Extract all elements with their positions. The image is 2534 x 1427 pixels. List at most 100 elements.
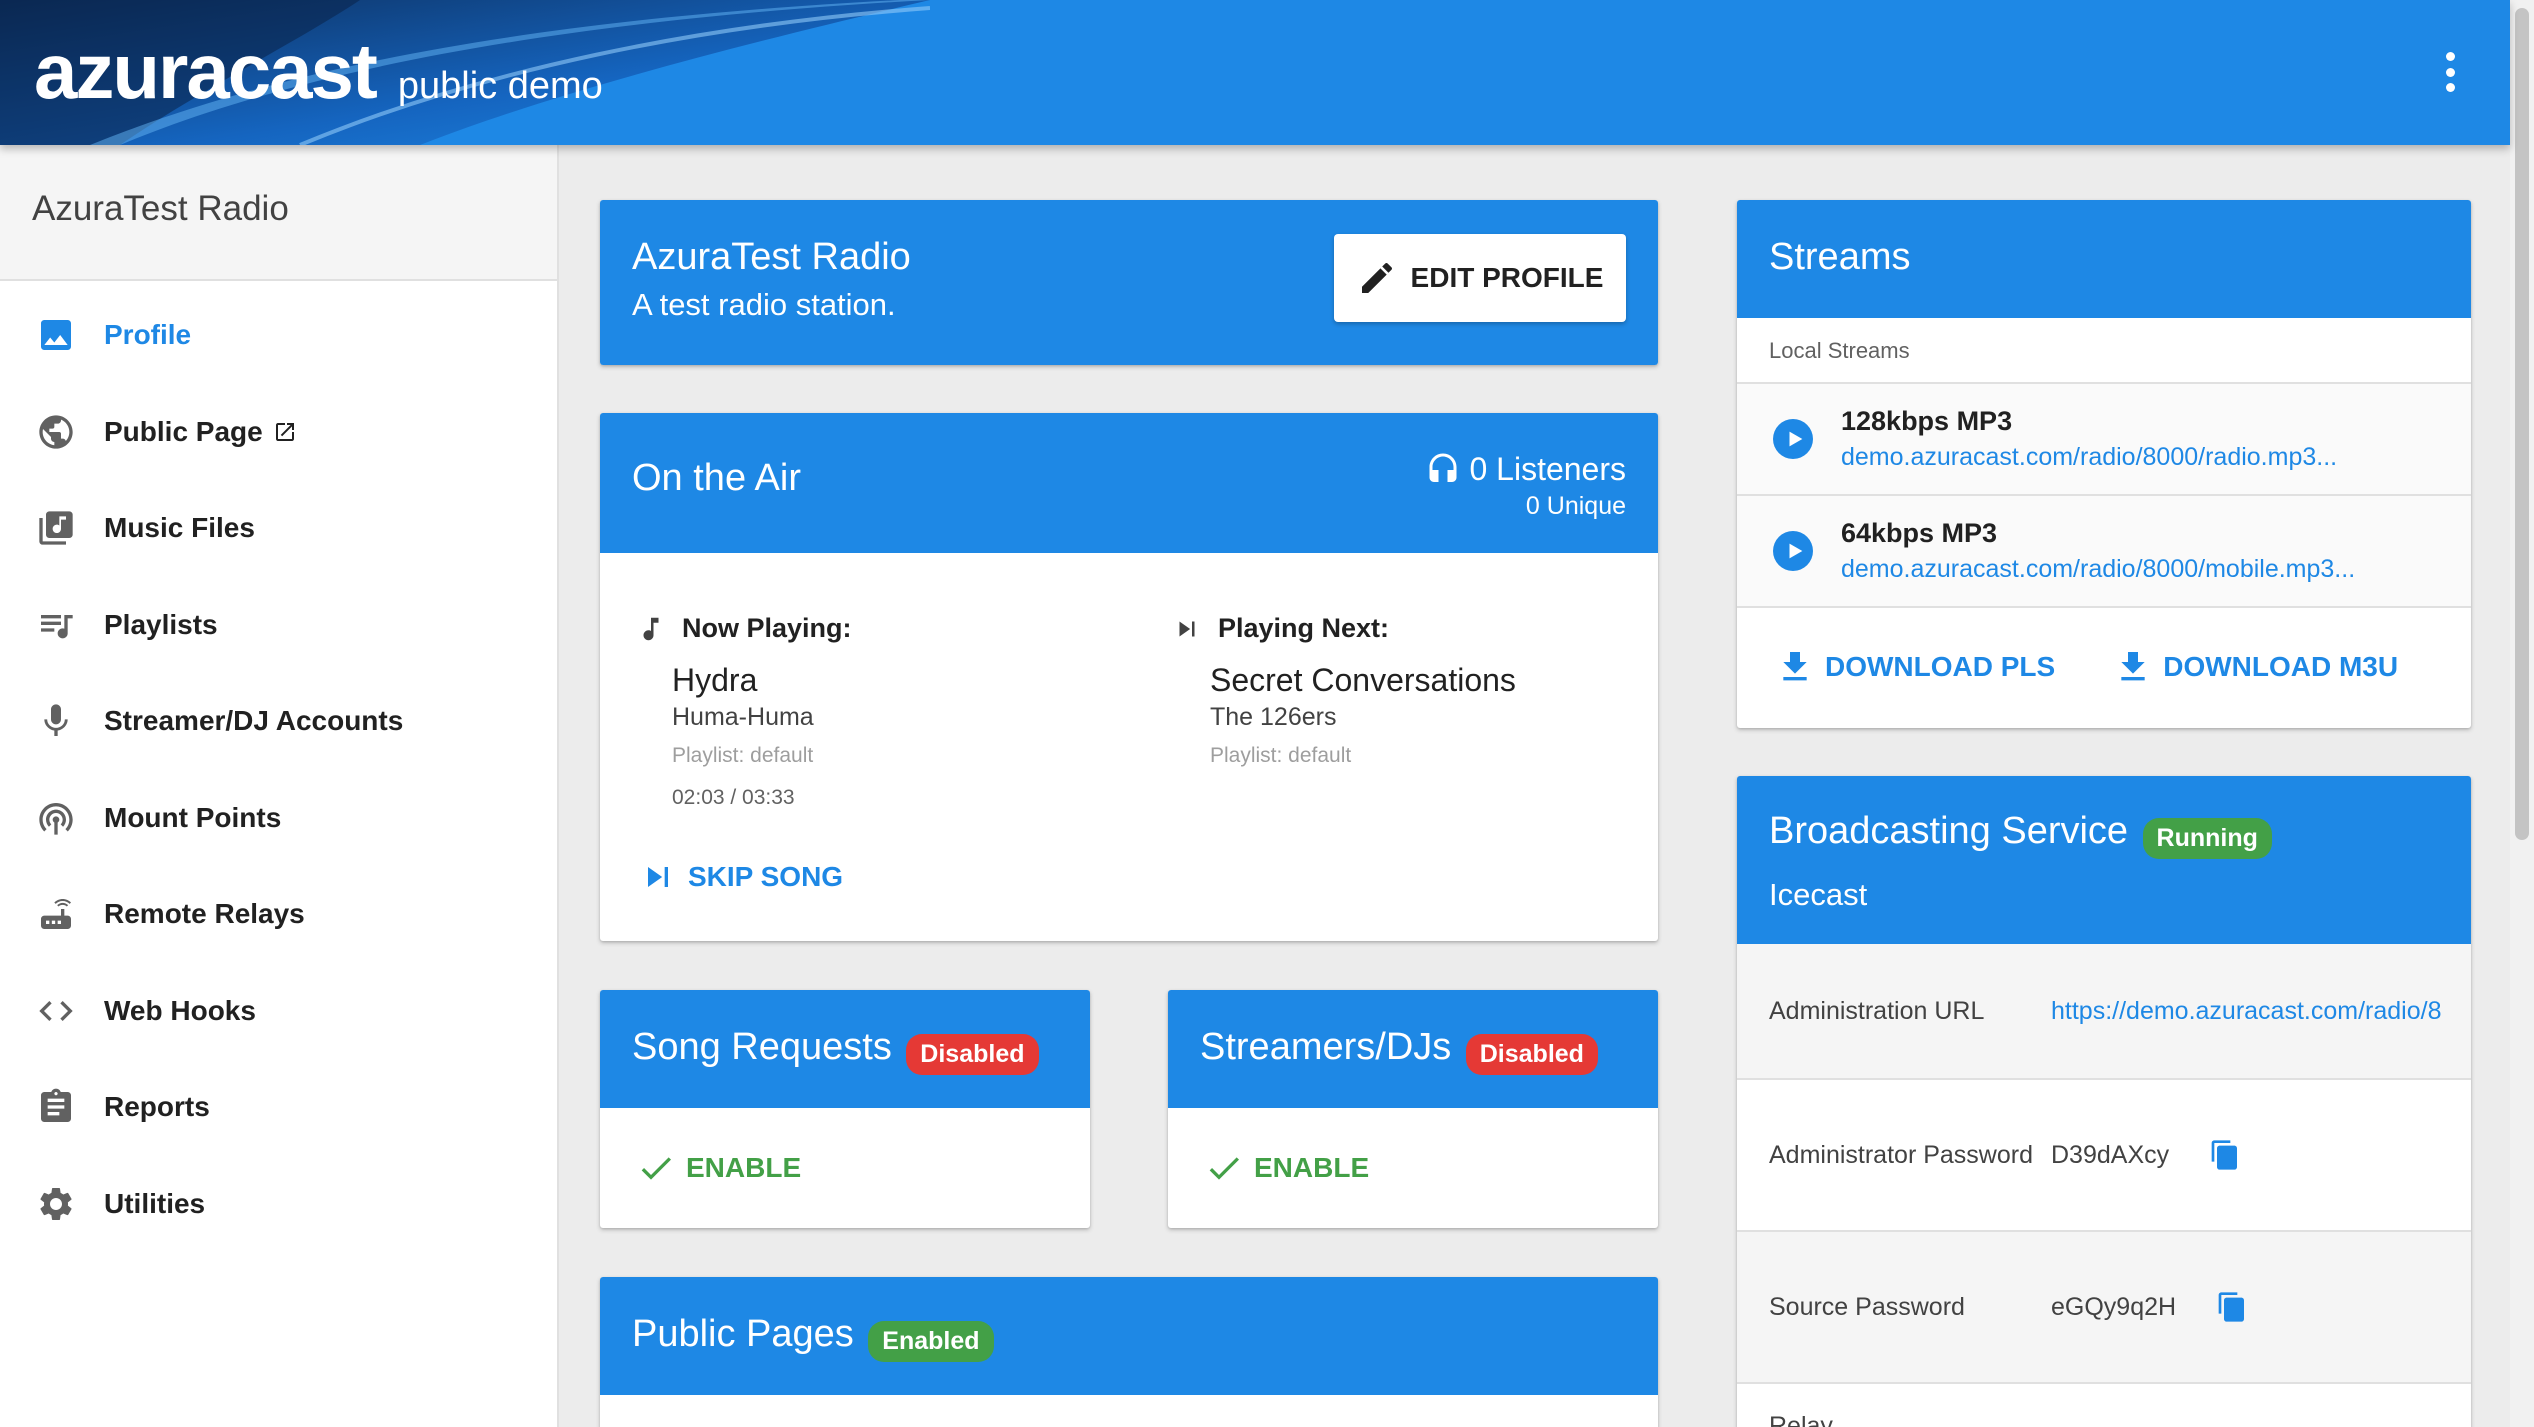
edit-profile-button[interactable]: EDIT PROFILE: [1334, 234, 1626, 322]
on-air-header: On the Air 0 Listeners 0 Unique: [600, 413, 1658, 553]
pencil-icon: [1361, 262, 1392, 293]
download-icon: [1783, 652, 1807, 681]
public-pages-header: Public Pages Enabled: [600, 1277, 1658, 1395]
sidebar: AzuraTest Radio Profile Public Page Musi…: [0, 145, 559, 1427]
check-icon: [1209, 1157, 1239, 1180]
brand[interactable]: azuracast public demo: [34, 26, 603, 117]
public-pages-title: Public Pages: [632, 1313, 854, 1355]
download-pls-label: DOWNLOAD PLS: [1825, 651, 2056, 682]
sidebar-item-profile[interactable]: Profile: [0, 287, 557, 384]
stream-item[interactable]: 64kbps MP3 demo.azuracast.com/radio/8000…: [1737, 496, 2471, 608]
playing-next-label: Playing Next:: [1218, 613, 1390, 643]
library-music-icon: [34, 506, 78, 550]
now-playing-artist: Huma-Huma: [672, 703, 814, 731]
stream-name: 64kbps MP3: [1841, 518, 1998, 548]
edit-profile-label: EDIT PROFILE: [1410, 262, 1604, 293]
now-playing: Now Playing: Hydra Huma-Huma Playlist: d…: [640, 613, 852, 810]
table-row: Relay: [1737, 1384, 2471, 1427]
status-badge: Running: [2142, 818, 2272, 860]
status-badge: Disabled: [1465, 1034, 1598, 1076]
sidebar-item-utilities[interactable]: Utilities: [0, 1156, 557, 1253]
sidebar-item-label: Music Files: [104, 512, 255, 544]
profile-card: AzuraTest Radio A test radio station. ED…: [600, 200, 1658, 365]
globe-icon: [34, 410, 78, 454]
now-playing-playlist: Playlist: default: [672, 744, 814, 767]
profile-card-header: AzuraTest Radio A test radio station. ED…: [600, 200, 1658, 365]
scrollbar-thumb[interactable]: [2515, 8, 2529, 840]
open-in-new-icon: [275, 422, 294, 441]
sidebar-item-label: Public Page: [104, 415, 263, 447]
play-icon[interactable]: [1773, 531, 1813, 571]
now-playing-title: Hydra: [672, 662, 758, 698]
stream-url[interactable]: demo.azuracast.com/radio/8000/mobile.mp3…: [1841, 555, 2355, 584]
more-vert-icon[interactable]: [2440, 52, 2460, 92]
streams-title: Streams: [1769, 236, 1911, 278]
sidebar-item-label: Reports: [104, 1091, 210, 1123]
download-m3u-button[interactable]: DOWNLOAD M3U: [2113, 647, 2398, 687]
table-row: Administration URL https://demo.azuracas…: [1737, 944, 2471, 1080]
copy-icon[interactable]: [2209, 1139, 2241, 1171]
download-pls-button[interactable]: DOWNLOAD PLS: [1775, 647, 2055, 687]
table-row: Source Password eGQy9q2H: [1737, 1232, 2471, 1384]
skip-song-button[interactable]: SKIP SONG: [638, 857, 843, 897]
sidebar-item-label: Playlists: [104, 608, 218, 640]
status-badge: Enabled: [868, 1321, 994, 1363]
streamers-header: Streamers/DJs Disabled: [1168, 990, 1658, 1108]
sidebar-item-reports[interactable]: Reports: [0, 1059, 557, 1156]
podcast-icon: [34, 796, 78, 840]
playlist-icon: [34, 603, 78, 647]
local-streams-heading: Local Streams: [1737, 318, 2471, 384]
row-label: Administrator Password: [1769, 1140, 2033, 1169]
download-icon: [2121, 652, 2145, 681]
page-scrollbar[interactable]: [2510, 0, 2534, 1427]
row-label: Source Password: [1769, 1292, 1965, 1321]
download-playlists: DOWNLOAD PLS DOWNLOAD M3U: [1737, 608, 2471, 726]
admin-url-link[interactable]: https://demo.azuracast.com/radio/8: [2051, 997, 2441, 1026]
copy-icon[interactable]: [2216, 1291, 2248, 1323]
now-playing-label: Now Playing:: [682, 613, 852, 643]
code-icon: [34, 989, 78, 1033]
sidebar-item-web-hooks[interactable]: Web Hooks: [0, 963, 557, 1060]
song-requests-card: Song Requests Disabled ENABLE: [600, 990, 1090, 1228]
streams-header: Streams: [1737, 200, 2471, 318]
sidebar-item-label: Remote Relays: [104, 898, 305, 930]
download-m3u-label: DOWNLOAD M3U: [2163, 651, 2399, 682]
broadcasting-card: Broadcasting Service Running Icecast Adm…: [1737, 776, 2471, 1427]
sidebar-item-remote-relays[interactable]: Remote Relays: [0, 866, 557, 963]
stream-item[interactable]: 128kbps MP3 demo.azuracast.com/radio/800…: [1737, 384, 2471, 496]
row-label: Relay: [1769, 1412, 1833, 1427]
image-icon: [34, 313, 78, 357]
public-pages-card: Public Pages Enabled: [600, 1277, 1658, 1427]
sidebar-item-public-page[interactable]: Public Page: [0, 384, 557, 481]
assignment-icon: [34, 1085, 78, 1129]
enable-label: ENABLE: [686, 1152, 802, 1183]
on-air-card: On the Air 0 Listeners 0 Unique Now Play…: [600, 413, 1658, 941]
sidebar-item-label: Utilities: [104, 1187, 206, 1219]
playing-next: Playing Next: Secret Conversations The 1…: [1176, 613, 1516, 768]
sidebar-item-label: Profile: [104, 319, 192, 351]
enable-streamers-button[interactable]: ENABLE: [1204, 1148, 1369, 1188]
streamers-title: Streamers/DJs: [1200, 1026, 1452, 1068]
sidebar-item-playlists[interactable]: Playlists: [0, 577, 557, 674]
brand-subtitle: public demo: [397, 65, 603, 107]
play-icon[interactable]: [1773, 419, 1813, 459]
stream-name: 128kbps MP3: [1841, 406, 2013, 436]
check-icon: [641, 1157, 671, 1180]
enable-song-requests-button[interactable]: ENABLE: [636, 1148, 801, 1188]
sidebar-item-music-files[interactable]: Music Files: [0, 480, 557, 577]
table-row: Administrator Password D39dAXcy: [1737, 1080, 2471, 1232]
enable-label: ENABLE: [1254, 1152, 1370, 1183]
now-playing-time: 02:03 / 03:33: [672, 786, 795, 809]
song-requests-title: Song Requests: [632, 1026, 892, 1068]
microphone-icon: [34, 699, 78, 743]
stream-url[interactable]: demo.azuracast.com/radio/8000/radio.mp3.…: [1841, 443, 2337, 472]
streamers-card: Streamers/DJs Disabled ENABLE: [1168, 990, 1658, 1228]
sidebar-nav: Profile Public Page Music Files Playlist…: [0, 281, 557, 1252]
app-header: azuracast public demo: [0, 0, 2510, 145]
sidebar-item-streamer-accounts[interactable]: Streamer/DJ Accounts: [0, 673, 557, 770]
playing-next-title: Secret Conversations: [1210, 662, 1516, 698]
sidebar-item-mount-points[interactable]: Mount Points: [0, 770, 557, 867]
admin-password: D39dAXcy: [2051, 1140, 2170, 1169]
row-label: Administration URL: [1769, 996, 1985, 1025]
broadcasting-server: Icecast: [1769, 877, 1868, 913]
